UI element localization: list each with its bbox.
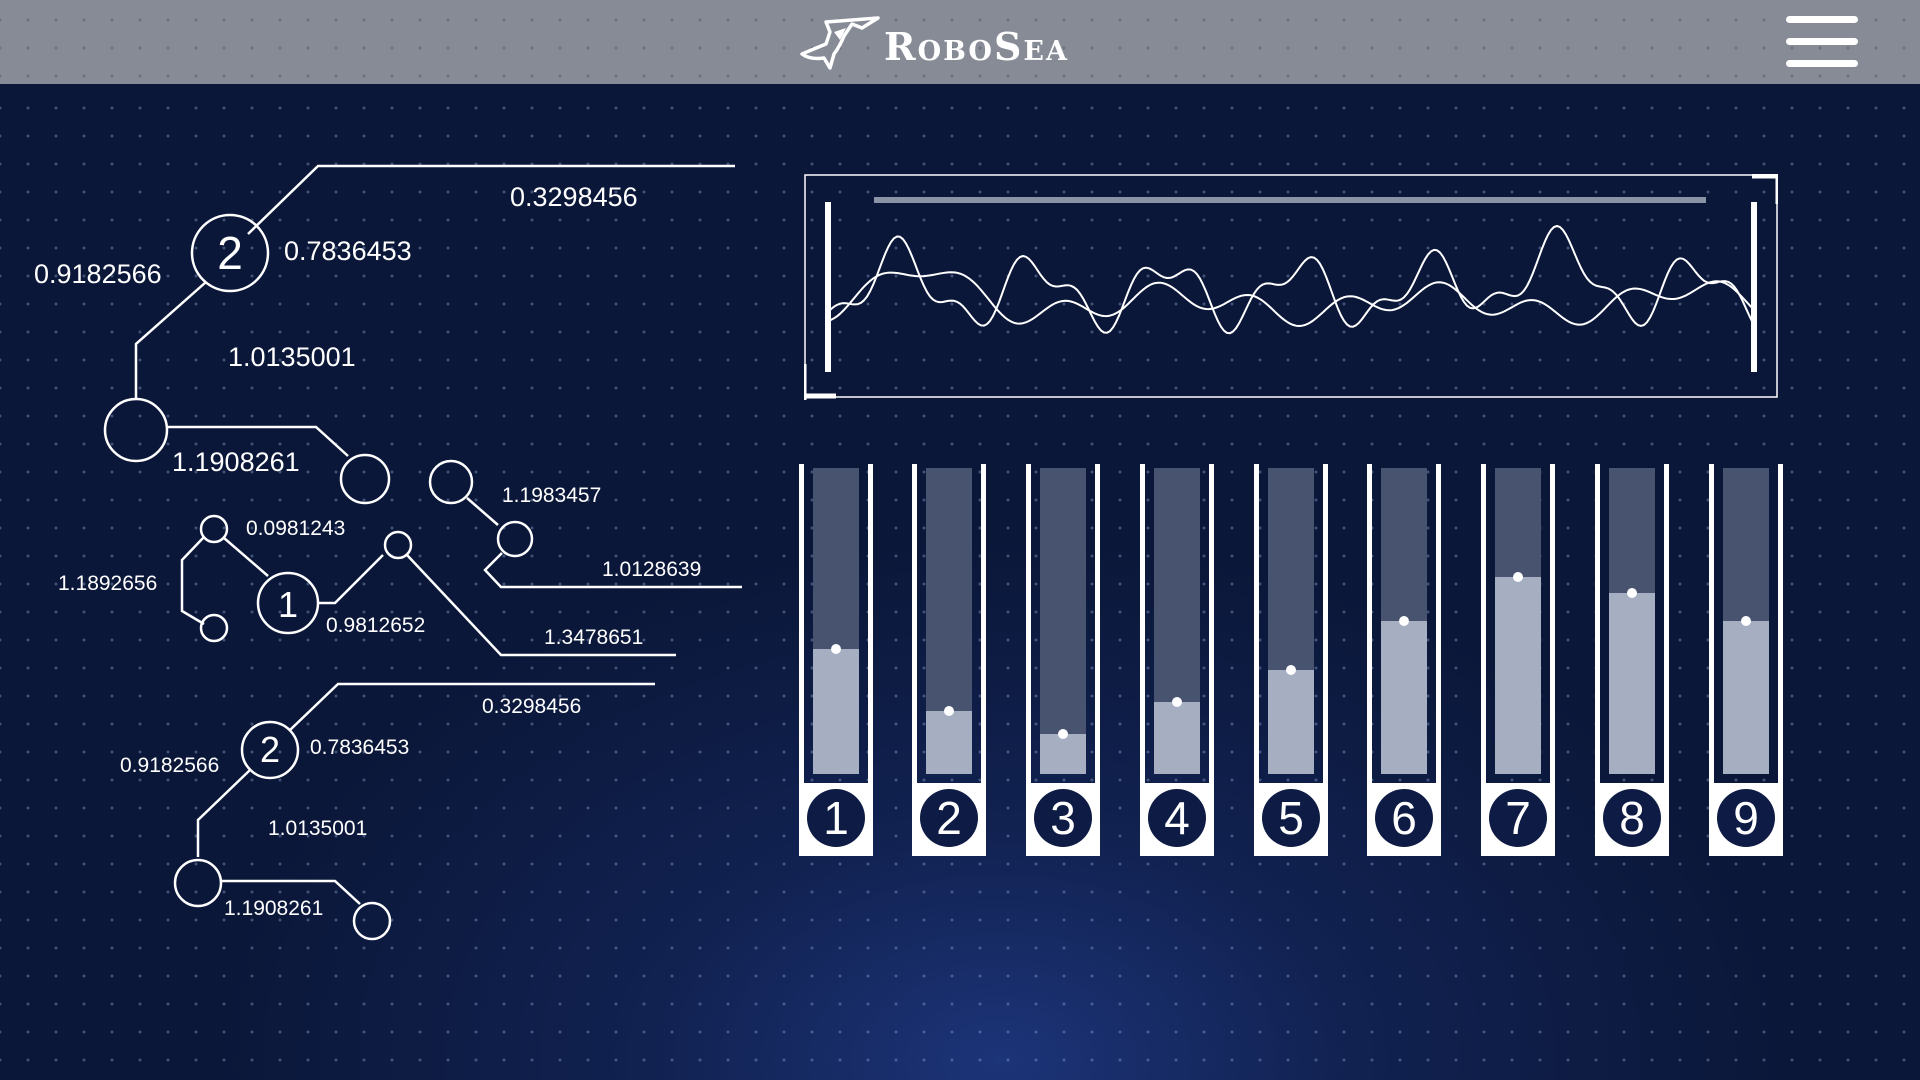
slider-number: 8 [1603,789,1661,847]
slider-label-box: 5 [1254,783,1328,856]
channel-slider-8[interactable]: 8 [1595,464,1669,856]
slider-label-box: 4 [1140,783,1214,856]
slider-number: 1 [807,789,865,847]
slider-fill [1154,702,1200,774]
slider-track[interactable] [1154,468,1200,774]
slider-fill [1040,734,1086,774]
slider-track[interactable] [1609,468,1655,774]
slider-fill [1381,621,1427,774]
channel-slider-9[interactable]: 9 [1709,464,1783,856]
slider-fill [813,648,859,774]
waveform-trace [827,225,1753,335]
channel-slider-1[interactable]: 1 [799,464,873,856]
slider-label-box: 2 [912,783,986,856]
waveform-panel [804,174,1778,400]
slider-label-box: 1 [799,783,873,856]
tree-top-node-leaf [339,453,391,505]
tree-top-node-number: 2 [217,227,243,279]
channel-slider-4[interactable]: 4 [1140,464,1214,856]
tree-mid-value-2: 0.0981243 [246,517,346,540]
slider-track[interactable] [1495,468,1541,774]
slider-number: 3 [1034,789,1092,847]
slider-label-box: 8 [1595,783,1669,856]
tree-mid-edge-main [318,554,384,605]
tree-mid-node-d [199,613,229,643]
tree-mid-value-4: 1.0128639 [602,558,702,581]
slider-knob[interactable] [1741,616,1751,626]
tree-bottom-value-3: 0.9182566 [120,754,220,777]
tree-top-node-root [103,397,169,463]
tree-mid-value-6: 1.3478651 [544,626,644,649]
slider-number: 4 [1148,789,1206,847]
tree-bottom-node-leaf [352,901,392,941]
tree-mid-node-b [496,520,534,558]
channel-slider-2[interactable]: 2 [912,464,986,856]
tree-mid-node-c [199,514,229,544]
menu-bar-1 [1786,16,1858,23]
robosea-emblem-icon [800,16,880,70]
slider-track[interactable] [1268,468,1314,774]
slider-track[interactable] [1381,468,1427,774]
slider-label-box: 3 [1026,783,1100,856]
tree-bottom-value-5: 1.1908261 [224,897,324,920]
tree-mid-node-number: 1 [277,584,299,625]
slider-number: 7 [1489,789,1547,847]
tree-bottom-value-4: 1.0135001 [268,817,368,840]
slider-number: 2 [920,789,978,847]
tree-top-branch-upper [247,164,735,235]
slider-fill [926,711,972,774]
channel-slider-7[interactable]: 7 [1481,464,1555,856]
slider-knob[interactable] [1513,571,1523,582]
tree-mid-value-5: 0.9812652 [326,614,426,637]
tree-bottom-node-root [173,858,223,908]
tree-top-value-1: 0.3298456 [510,182,638,212]
tree-top-branch-left [134,281,207,398]
hamburger-menu-icon[interactable] [1782,14,1860,68]
slider-track[interactable] [926,468,972,774]
slider-knob[interactable] [831,643,841,654]
tree-bottom-node-number: 2 [259,729,281,770]
tree-mid-value-1: 1.1983457 [502,484,602,507]
slider-knob[interactable] [1399,616,1409,626]
channel-slider-6[interactable]: 6 [1367,464,1441,856]
slider-track[interactable] [1723,468,1769,774]
slider-number: 9 [1717,789,1775,847]
tree-mid-node-a [428,459,474,505]
channel-slider-3[interactable]: 3 [1026,464,1100,856]
menu-bar-2 [1786,38,1858,45]
slider-fill [1268,669,1314,774]
tree-bottom-branch-upper [289,682,655,731]
slider-fill [1609,593,1655,774]
slider-fill [1723,621,1769,774]
slider-track[interactable] [1040,468,1086,774]
channel-slider-5[interactable]: 5 [1254,464,1328,856]
slider-number: 5 [1262,789,1320,847]
slider-fill [1495,576,1541,774]
tree-top-value-4: 1.0135001 [228,342,356,372]
waveform-display [804,174,1778,400]
tree-top-value-5: 1.1908261 [172,447,300,477]
tree-mid-edge-a [466,497,499,526]
slider-label-box: 7 [1481,783,1555,856]
tree-bottom-value-1: 0.3298456 [482,695,582,718]
slider-label-box: 6 [1367,783,1441,856]
tree-mid-edge-c [223,537,269,577]
slider-label-box: 9 [1709,783,1783,856]
tree-top-value-2: 0.7836453 [284,236,412,266]
tree-bottom-value-2: 0.7836453 [310,736,410,759]
slider-number: 6 [1375,789,1433,847]
slider-knob[interactable] [1286,664,1296,675]
brand-logo[interactable]: RoboSea [800,14,1130,72]
tree-mid-value-3: 1.1892656 [58,572,158,595]
menu-bar-3 [1786,60,1858,67]
tree-top-value-3: 0.9182566 [34,259,162,289]
node-network-diagram [103,164,742,941]
tree-mid-branch-left [180,536,205,626]
top-bar: RoboSea [0,0,1920,84]
tree-mid-node-e [383,530,413,560]
tree-bottom-branch-left [196,769,251,857]
slider-track[interactable] [813,468,859,774]
brand-name: RoboSea [884,24,1069,69]
waveform-frame [804,174,1778,398]
